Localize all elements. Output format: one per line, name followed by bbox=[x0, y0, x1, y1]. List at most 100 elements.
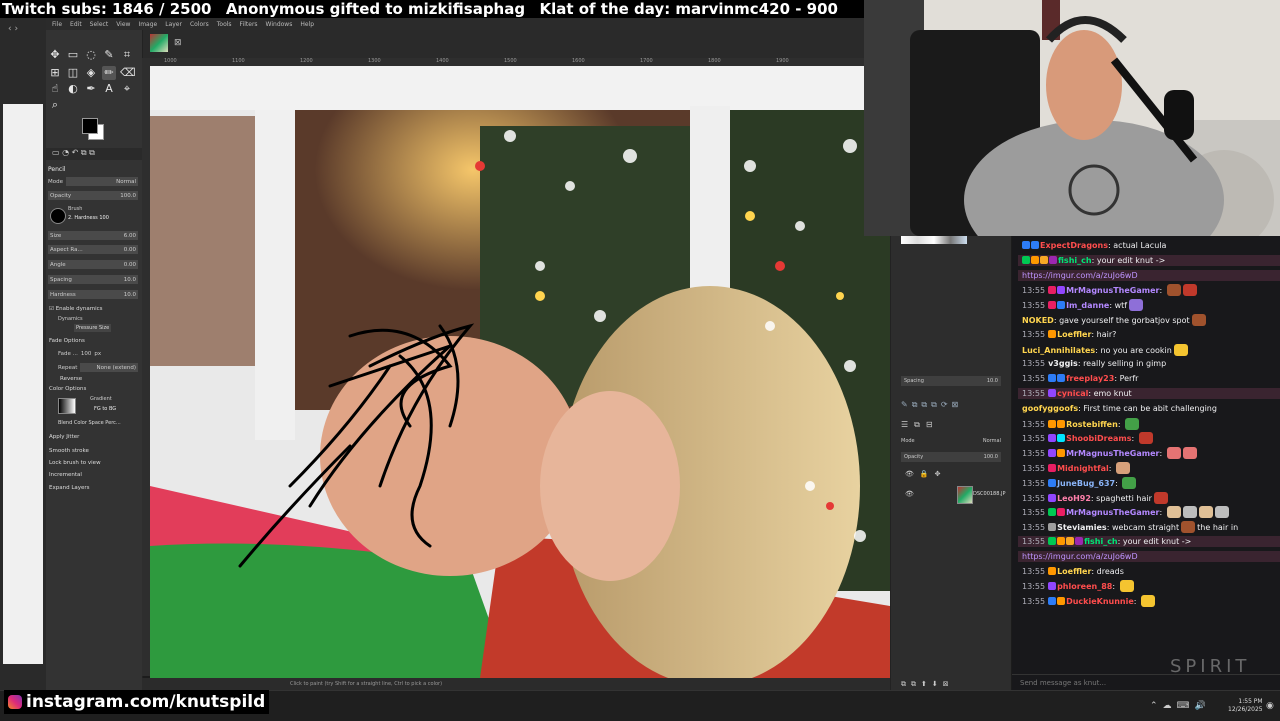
menu-item[interactable]: File bbox=[52, 21, 62, 28]
lock-brush-checkbox[interactable]: Lock brush to view bbox=[49, 460, 101, 466]
dynamics-value[interactable]: Pressure Size bbox=[74, 324, 112, 332]
chat-badge-icon[interactable] bbox=[1048, 478, 1057, 487]
chat-username[interactable]: MrMagnusTheGamer bbox=[1066, 508, 1159, 517]
menu-item[interactable]: Layer bbox=[165, 21, 182, 28]
chat-link-line[interactable]: https://imgur.com/a/zuJo6wD bbox=[1018, 269, 1280, 281]
chat-badge-icon[interactable] bbox=[1049, 255, 1057, 264]
fuzzy-select-icon[interactable]: ✎ bbox=[102, 48, 116, 62]
chat-username[interactable]: Loeffler bbox=[1057, 330, 1091, 339]
menu-item[interactable]: Filters bbox=[240, 21, 258, 28]
bucket-fill-icon[interactable]: ◈ bbox=[84, 66, 98, 80]
move-tool-icon[interactable]: ✥ bbox=[48, 48, 62, 62]
chat-badge-icon[interactable] bbox=[1057, 508, 1066, 517]
tool-options-tabs[interactable]: ▭ ◔ ↶ ⧉ ⧉ bbox=[46, 148, 142, 160]
transform-icon[interactable]: ⊞ bbox=[48, 66, 62, 80]
chat-badge-icon[interactable] bbox=[1040, 255, 1048, 264]
chat-badge-icon[interactable] bbox=[1031, 241, 1039, 249]
chat-username[interactable]: Steviamies bbox=[1057, 523, 1107, 532]
layer-mode-select[interactable]: Mode Normal bbox=[901, 438, 1001, 448]
brush-spacing-slider[interactable]: Spacing 10.0 bbox=[901, 376, 1001, 386]
menu-item[interactable]: Image bbox=[138, 21, 157, 28]
chat-username[interactable]: Luci_Annihilates bbox=[1022, 346, 1095, 355]
browser-nav-icons[interactable]: ‹ › bbox=[8, 24, 38, 36]
layer-lock-icons[interactable]: 👁🔒✥ bbox=[905, 470, 946, 478]
measure-icon[interactable]: ⌖ bbox=[120, 82, 134, 96]
paths-icon[interactable]: ✒ bbox=[84, 82, 98, 96]
chat-badge-icon[interactable] bbox=[1057, 374, 1066, 383]
chat-username[interactable]: LeoH92 bbox=[1057, 494, 1091, 503]
brush-preview[interactable] bbox=[50, 208, 66, 224]
chat-username[interactable]: Loeffler bbox=[1057, 567, 1091, 576]
chat-badge-icon[interactable] bbox=[1031, 255, 1039, 264]
mode-row[interactable]: Mode Normal bbox=[48, 176, 138, 187]
taskbar-clock[interactable]: 1:55 PM 12/26/2025 bbox=[1228, 698, 1263, 714]
layer-thumbnail[interactable] bbox=[957, 486, 973, 504]
enable-dynamics-checkbox[interactable]: ☑ Enable dynamics bbox=[49, 306, 103, 312]
chat-badge-icon[interactable] bbox=[1048, 566, 1057, 575]
warp-icon[interactable]: ◫ bbox=[66, 66, 80, 80]
hardness-slider[interactable]: Hardness 10.0 bbox=[48, 289, 138, 300]
pencil-icon[interactable]: ✏ bbox=[102, 66, 116, 80]
chat-link-line[interactable]: https://imgur.com/a/zuJo6wD bbox=[1018, 550, 1280, 562]
chat-username[interactable]: Rostebiffen bbox=[1066, 420, 1118, 429]
smooth-stroke-checkbox[interactable]: Smooth stroke bbox=[49, 448, 89, 454]
chat-badge-icon[interactable] bbox=[1048, 419, 1057, 428]
chat-username[interactable]: goofyggoofs bbox=[1022, 404, 1078, 413]
chat-username[interactable]: ExpectDragons bbox=[1040, 241, 1108, 250]
text-tool-icon[interactable]: A bbox=[102, 82, 116, 96]
aspect-slider[interactable]: Aspect Ra... 0.00 bbox=[48, 244, 138, 255]
chat-username[interactable]: MrMagnusTheGamer bbox=[1066, 286, 1159, 295]
chat-username[interactable]: ShoobiDreams bbox=[1066, 434, 1131, 443]
zoom-icon[interactable]: ⌕ bbox=[48, 98, 62, 112]
close-icon[interactable]: ⊠ bbox=[174, 38, 182, 48]
brush-thumbnails-strip[interactable] bbox=[901, 236, 967, 244]
chat-badge-icon[interactable] bbox=[1057, 449, 1066, 458]
menu-item[interactable]: View bbox=[116, 21, 130, 28]
gradient-preview[interactable] bbox=[58, 398, 76, 414]
angle-slider[interactable]: Angle 0.00 bbox=[48, 259, 138, 270]
tray-icons[interactable]: ⌃☁⌨🔊 bbox=[1150, 701, 1211, 711]
blend-space-select[interactable]: Blend Color Space Perc... bbox=[58, 420, 121, 426]
repeat-select[interactable]: Repeat None (extend) bbox=[58, 362, 138, 373]
lasso-icon[interactable]: ◌ bbox=[84, 48, 98, 62]
menu-item[interactable]: Colors bbox=[190, 21, 209, 28]
foreground-color-swatch-front[interactable] bbox=[82, 118, 98, 134]
expand-layers-checkbox[interactable]: Expand Layers bbox=[49, 485, 90, 491]
chat-badge-icon[interactable] bbox=[1048, 286, 1057, 295]
menu-item[interactable]: Edit bbox=[70, 21, 82, 28]
layers-panel-tabs[interactable]: ☰⧉⊟ bbox=[901, 420, 1001, 432]
chat-badge-icon[interactable] bbox=[1057, 286, 1066, 295]
chat-username[interactable]: cynical bbox=[1057, 389, 1088, 398]
rect-select-icon[interactable]: ▭ bbox=[66, 48, 80, 62]
chat-badge-icon[interactable] bbox=[1048, 301, 1057, 310]
dodge-icon[interactable]: ◐ bbox=[66, 82, 80, 96]
chat-username[interactable]: phloreen_88 bbox=[1057, 582, 1112, 591]
chat-username[interactable]: freeplay23 bbox=[1066, 374, 1114, 383]
chat-badge-icon[interactable] bbox=[1057, 301, 1066, 310]
menu-item[interactable]: Select bbox=[90, 21, 109, 28]
menu-item[interactable]: Help bbox=[300, 21, 314, 28]
chat-username[interactable]: v3ggis bbox=[1048, 359, 1078, 368]
layer-opacity-slider[interactable]: Opacity 100.0 bbox=[901, 452, 1001, 462]
chat-badge-icon[interactable] bbox=[1057, 419, 1066, 428]
chat-badge-icon[interactable] bbox=[1057, 434, 1066, 443]
fade-options-toggle[interactable]: Fade Options bbox=[49, 338, 85, 344]
color-options-toggle[interactable]: Color Options bbox=[49, 386, 86, 392]
spacing-slider[interactable]: Spacing 10.0 bbox=[48, 274, 138, 285]
chat-badge-icon[interactable] bbox=[1048, 434, 1057, 443]
apply-jitter-checkbox[interactable]: Apply Jitter bbox=[49, 434, 79, 440]
chat-badge-icon[interactable] bbox=[1048, 449, 1057, 458]
reverse-checkbox[interactable]: Reverse bbox=[60, 376, 82, 382]
chat-badge-icon[interactable] bbox=[1022, 255, 1030, 264]
chat-badge-icon[interactable] bbox=[1048, 582, 1057, 591]
crop-icon[interactable]: ⌗ bbox=[120, 48, 134, 62]
chat-badge-icon[interactable] bbox=[1057, 597, 1066, 606]
chat-link[interactable]: https://imgur.com/a/zuJo6wD bbox=[1022, 271, 1138, 280]
chat-badge-icon[interactable] bbox=[1048, 389, 1057, 397]
chat-username[interactable]: NOKED bbox=[1022, 316, 1054, 325]
smudge-icon[interactable]: ☝ bbox=[48, 82, 62, 96]
image-canvas[interactable] bbox=[150, 66, 890, 678]
opacity-slider[interactable]: Opacity 100.0 bbox=[48, 190, 138, 201]
chat-username[interactable]: DuckieKnunnie bbox=[1066, 597, 1134, 606]
incremental-checkbox[interactable]: Incremental bbox=[49, 472, 82, 478]
